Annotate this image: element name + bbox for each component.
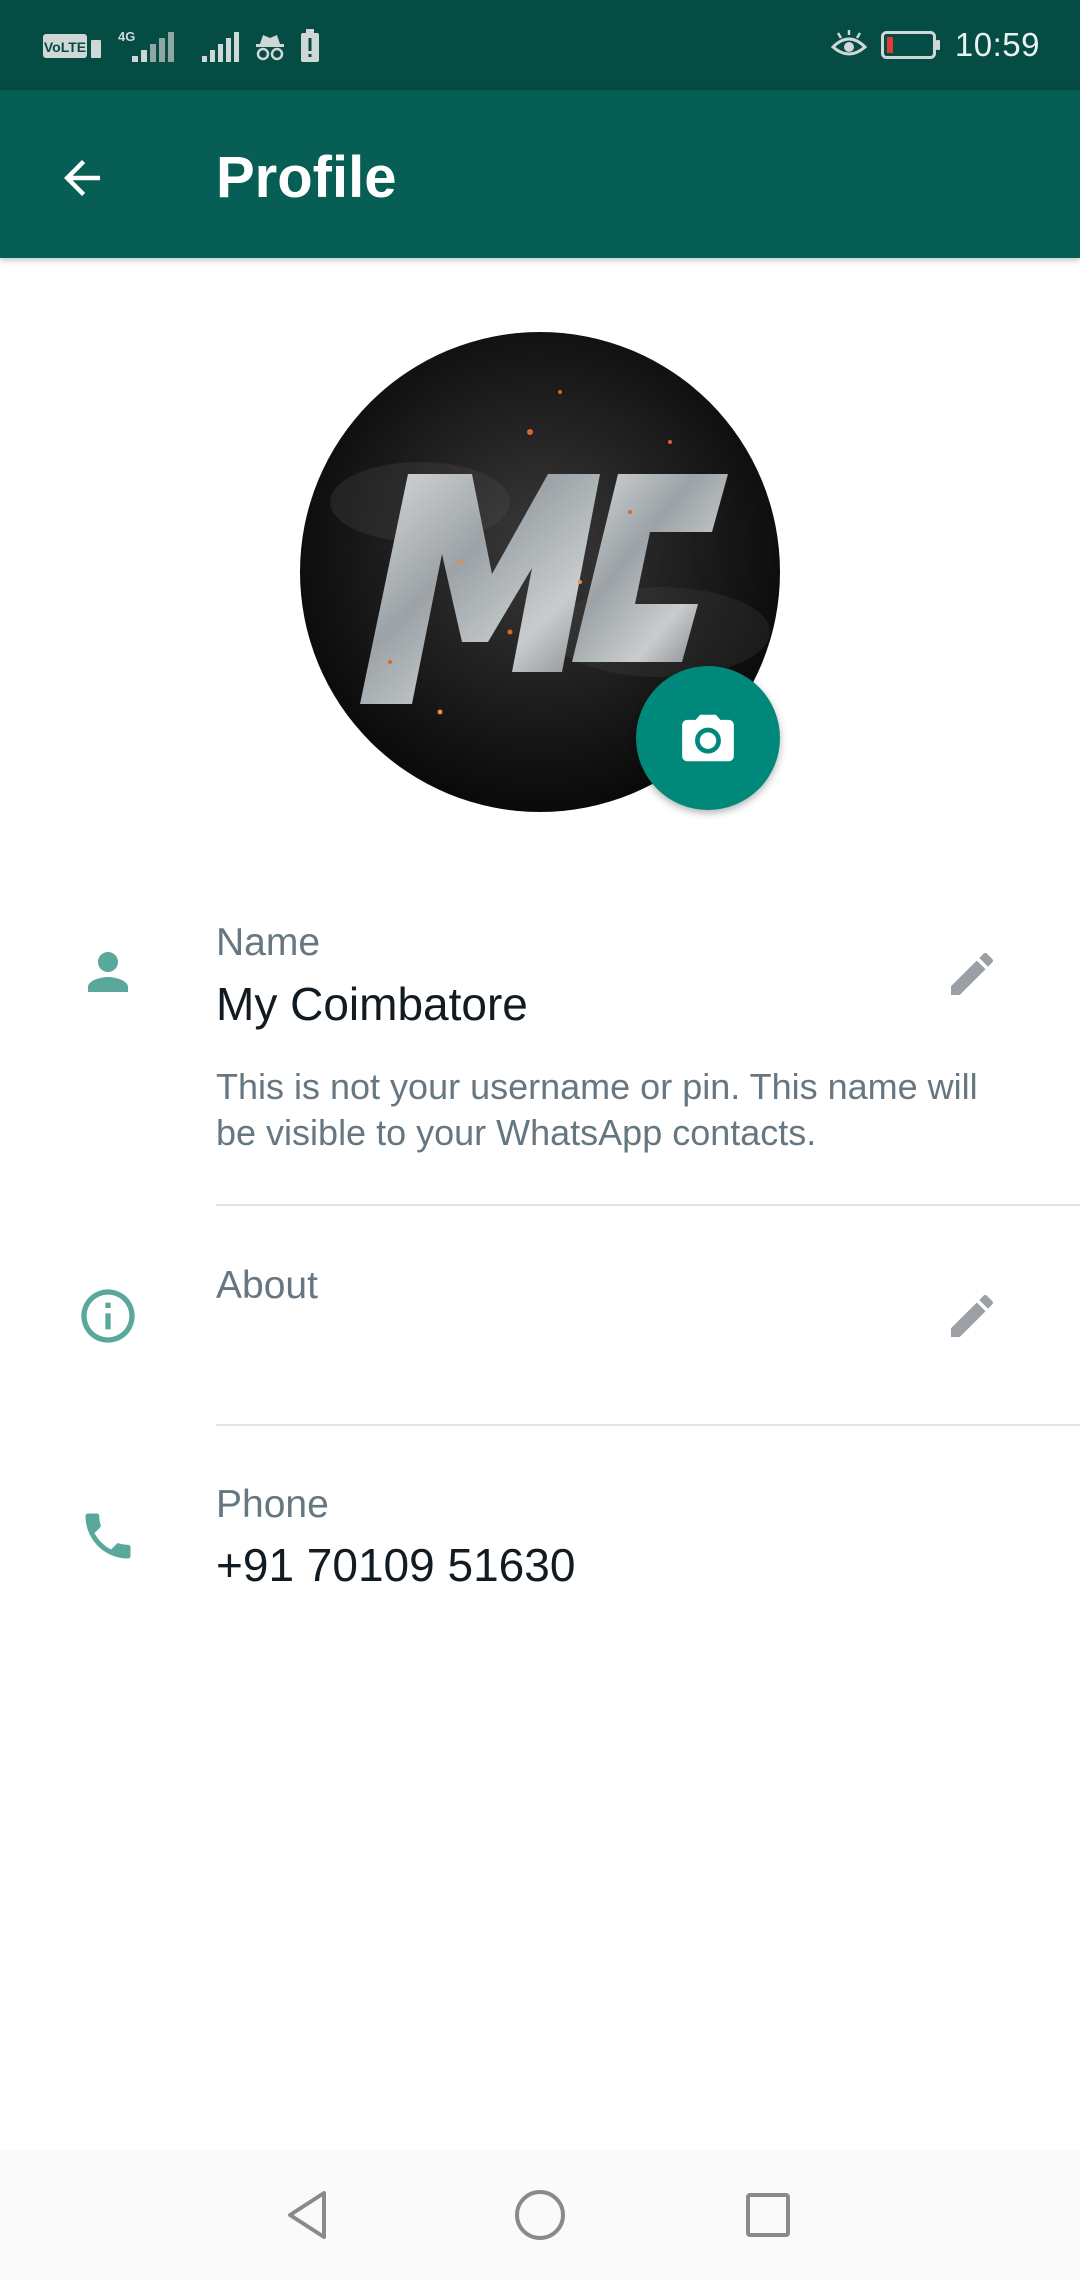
- nav-back-button[interactable]: [268, 2175, 348, 2255]
- eye-comfort-icon: [830, 30, 867, 56]
- volte-icon: VoLTE: [43, 34, 101, 58]
- battery-alert-icon: [301, 29, 319, 62]
- svg-text:4G: 4G: [118, 29, 135, 44]
- change-photo-button[interactable]: [636, 666, 780, 810]
- pencil-icon: [951, 1294, 994, 1337]
- svg-text:VoLTE: VoLTE: [44, 39, 86, 55]
- page-title: Profile: [216, 145, 397, 210]
- edit-name-button[interactable]: [940, 942, 1004, 1006]
- nav-recents-button[interactable]: [728, 2175, 808, 2255]
- name-hint: This is not your username or pin. This n…: [216, 1066, 978, 1153]
- phone-icon: [72, 1500, 144, 1572]
- back-triangle-icon: [288, 2191, 326, 2239]
- name-value[interactable]: My Coimbatore: [216, 974, 528, 1034]
- about-label: About: [216, 1264, 318, 1307]
- status-icons-left: VoLTE 4G: [42, 26, 320, 66]
- phone-value: +91 70109 51630: [216, 1539, 576, 1591]
- person-icon: [72, 936, 144, 1008]
- battery-low-icon: [880, 31, 940, 59]
- back-button[interactable]: [40, 136, 124, 220]
- name-label: Name: [216, 921, 321, 964]
- home-circle-icon: [515, 2190, 565, 2240]
- info-icon: [72, 1280, 144, 1352]
- phone-label: Phone: [216, 1483, 329, 1526]
- app-bar: Profile: [0, 90, 1080, 258]
- edit-about-button[interactable]: [940, 1284, 1004, 1348]
- divider: [216, 1204, 1080, 1206]
- system-nav-bar: [0, 2150, 1080, 2280]
- 4g-signal-icon: 4G: [118, 29, 174, 62]
- recents-square-icon: [746, 2193, 790, 2237]
- incognito-icon: [256, 35, 284, 61]
- status-icons-right: 10:59: [830, 20, 1040, 70]
- nav-home-button[interactable]: [500, 2175, 580, 2255]
- status-time: 10:59: [954, 26, 1040, 63]
- status-bar: VoLTE 4G 10:59: [0, 0, 1080, 90]
- camera-icon: [682, 714, 734, 762]
- arrow-back-icon: [64, 160, 100, 196]
- divider: [216, 1424, 1080, 1426]
- pencil-icon: [951, 952, 994, 995]
- signal-icon: [202, 32, 239, 62]
